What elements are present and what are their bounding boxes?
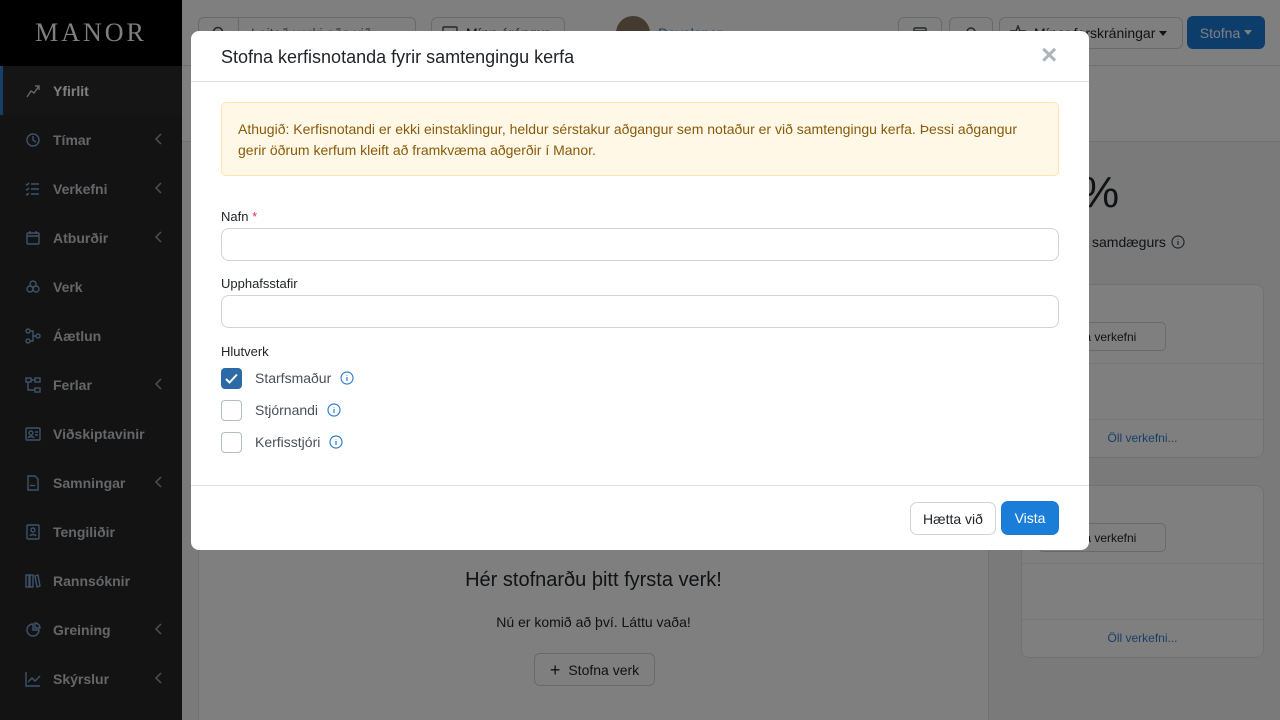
role-checkbox[interactable] — [221, 431, 242, 453]
info-icon[interactable] — [340, 371, 354, 385]
name-label-text: Nafn — [221, 209, 249, 224]
role-label: Stjórnandi — [255, 402, 319, 418]
name-field[interactable] — [221, 228, 1059, 261]
create-system-user-modal: Stofna kerfisnotanda fyrir samtengingu k… — [191, 31, 1089, 550]
role-checkbox[interactable] — [221, 399, 242, 421]
close-icon[interactable]: × — [1041, 41, 1061, 69]
initials-label: Upphafsstafir — [221, 276, 298, 291]
role-checkbox[interactable] — [221, 367, 242, 389]
role-checkbox-row[interactable]: Starfsmaður — [221, 367, 354, 389]
initials-field[interactable] — [221, 295, 1059, 328]
checkmark-icon — [225, 373, 238, 384]
name-label: Nafn * — [221, 209, 257, 224]
roles-label: Hlutverk — [221, 344, 269, 359]
info-icon[interactable] — [329, 435, 343, 449]
info-icon[interactable] — [327, 403, 341, 417]
modal-title: Stofna kerfisnotanda fyrir samtengingu k… — [221, 47, 575, 67]
save-button[interactable]: Vista — [1001, 501, 1059, 535]
role-checkbox-row[interactable]: Kerfisstjóri — [221, 431, 343, 453]
modal-footer-divider — [191, 485, 1089, 486]
modal-header: Stofna kerfisnotanda fyrir samtengingu k… — [191, 31, 1089, 82]
role-label: Kerfisstjóri — [255, 434, 321, 450]
role-checkbox-row[interactable]: Stjórnandi — [221, 399, 341, 421]
cancel-button[interactable]: Hætta við — [910, 502, 996, 535]
role-label: Starfsmaður — [255, 370, 332, 386]
required-marker: * — [252, 209, 258, 224]
warning-alert: Athugið: Kerfisnotandi er ekki einstakli… — [221, 102, 1059, 176]
